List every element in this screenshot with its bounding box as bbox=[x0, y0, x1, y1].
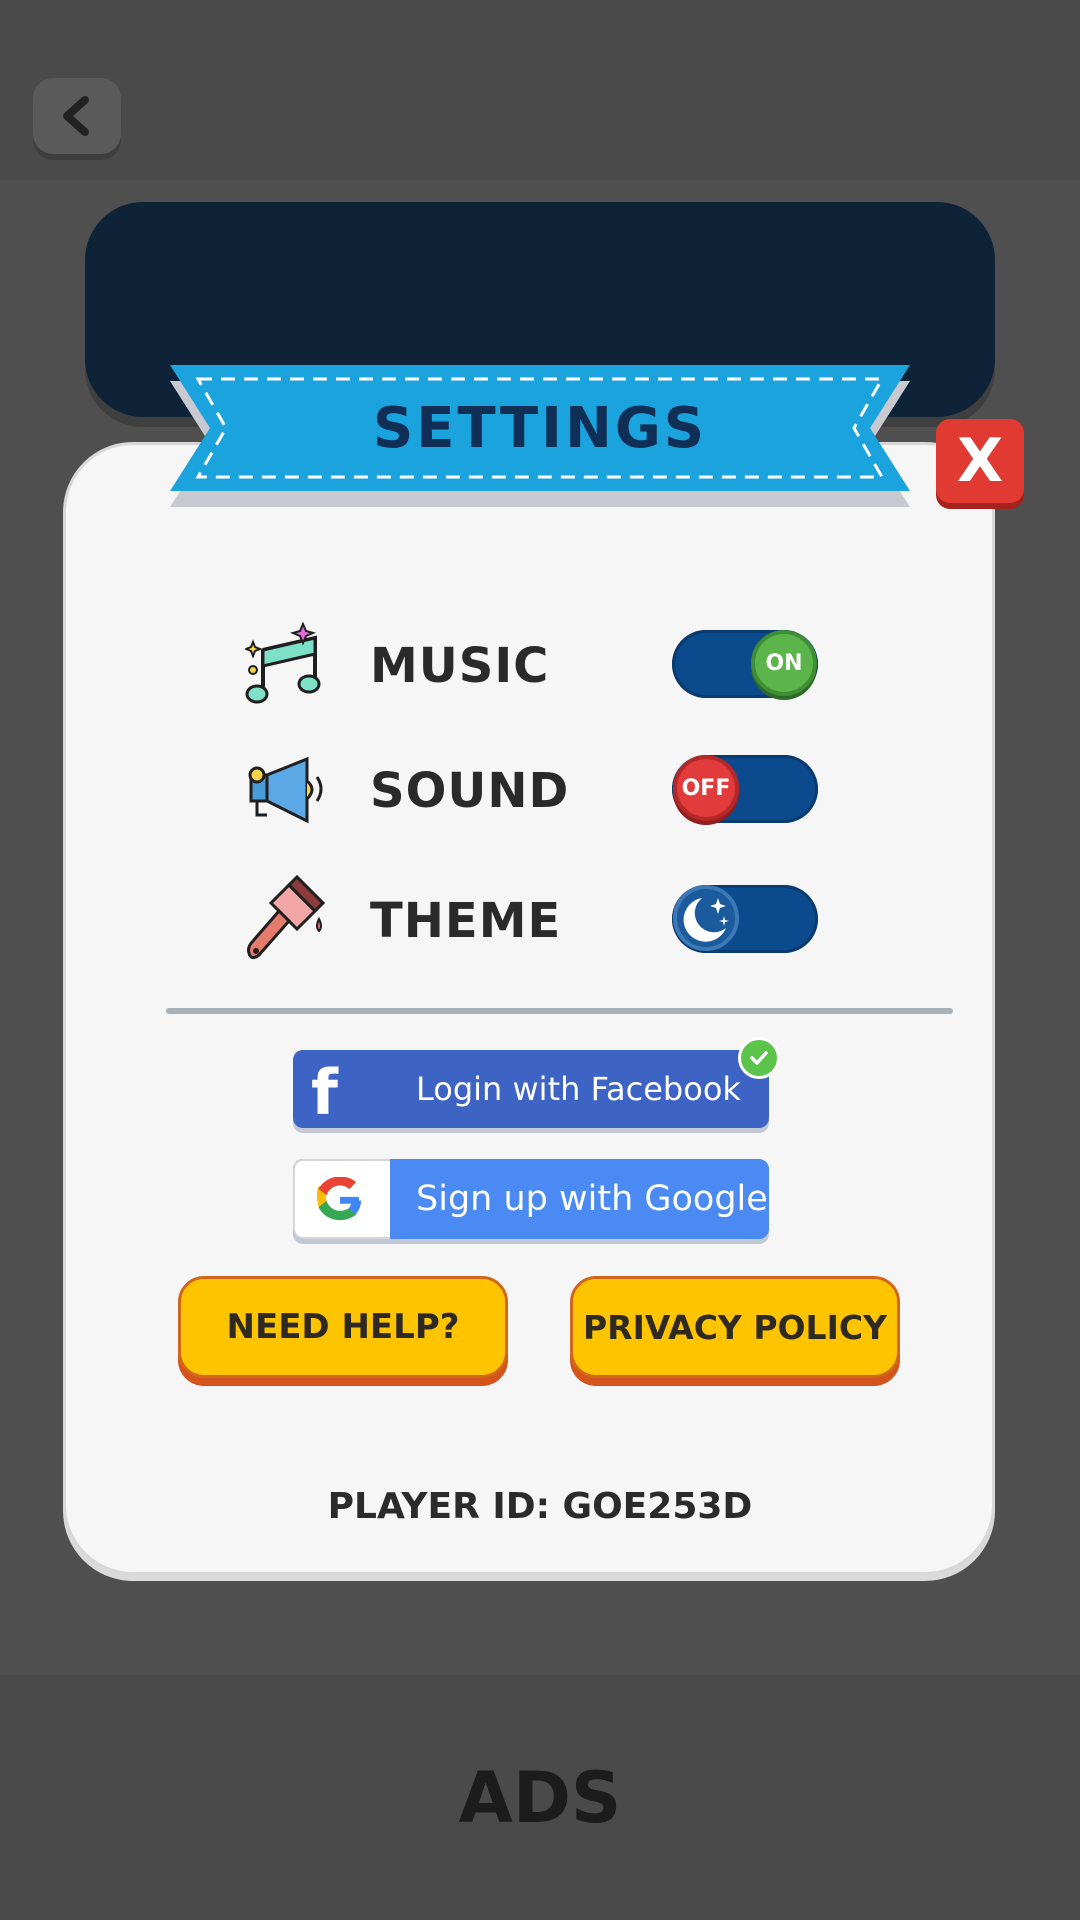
settings-ribbon: SETTINGS bbox=[170, 365, 910, 507]
music-notes-icon bbox=[243, 620, 330, 710]
facebook-login-label: Login with Facebook bbox=[416, 1070, 741, 1108]
check-icon bbox=[738, 1037, 780, 1079]
theme-toggle[interactable] bbox=[672, 885, 818, 953]
setting-row-sound: SOUND OFF bbox=[0, 745, 1080, 835]
facebook-login-button[interactable]: f Login with Facebook bbox=[293, 1050, 769, 1129]
setting-row-music: MUSIC ON bbox=[0, 620, 1080, 710]
theme-label: THEME bbox=[370, 893, 562, 949]
facebook-f-icon: f bbox=[311, 1056, 338, 1129]
music-label: MUSIC bbox=[370, 638, 550, 694]
google-signup-label: Sign up with Google bbox=[416, 1179, 768, 1219]
google-signup-button[interactable]: Sign up with Google bbox=[293, 1159, 769, 1239]
paint-brush-icon bbox=[245, 874, 330, 965]
chevron-left-icon bbox=[63, 96, 89, 136]
megaphone-icon bbox=[245, 745, 330, 835]
toggle-knob-off: OFF bbox=[673, 755, 739, 821]
player-id: PLAYER ID: GOE253D bbox=[327, 1486, 753, 1527]
ads-banner: ADS bbox=[0, 1675, 1080, 1920]
need-help-button[interactable]: NEED HELP? bbox=[178, 1276, 508, 1378]
close-button[interactable]: X bbox=[936, 419, 1024, 503]
google-icon-box bbox=[293, 1159, 390, 1239]
top-bar bbox=[0, 0, 1080, 180]
divider bbox=[166, 1008, 953, 1014]
google-g-icon bbox=[317, 1177, 362, 1221]
moon-stars-icon bbox=[673, 885, 739, 951]
setting-row-theme: THEME bbox=[0, 874, 1080, 965]
music-toggle[interactable]: ON bbox=[672, 630, 818, 698]
toggle-knob-on: ON bbox=[751, 630, 817, 696]
ads-label: ADS bbox=[458, 1756, 622, 1839]
privacy-policy-button[interactable]: PRIVACY POLICY bbox=[570, 1276, 900, 1378]
sound-label: SOUND bbox=[370, 763, 570, 819]
page-title: SETTINGS bbox=[372, 395, 708, 461]
sound-toggle[interactable]: OFF bbox=[672, 755, 818, 823]
back-button[interactable] bbox=[33, 78, 121, 154]
